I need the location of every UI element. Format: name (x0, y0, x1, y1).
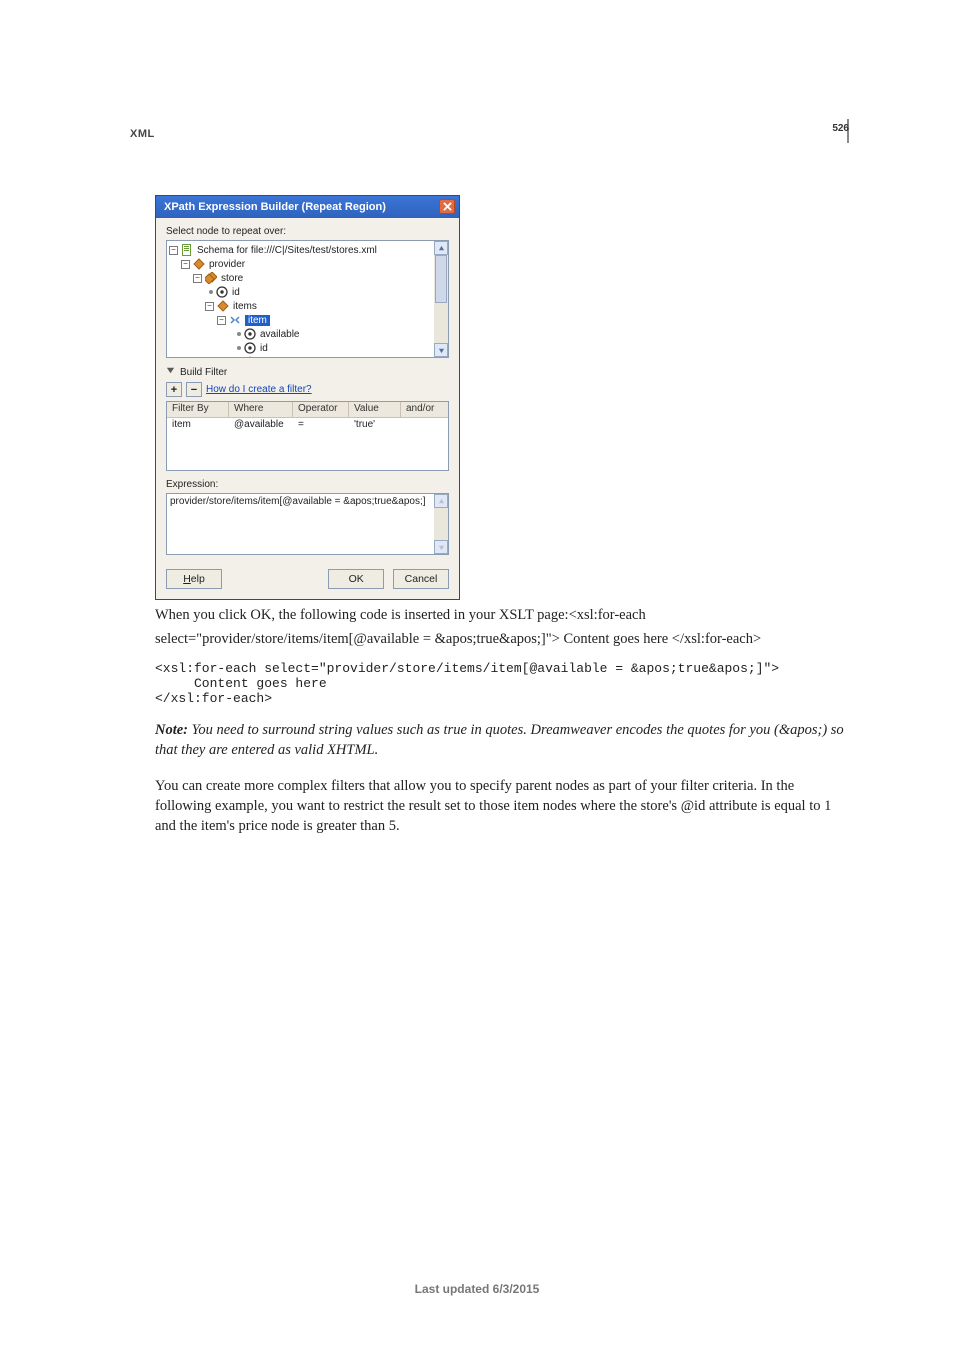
tree-available: available (260, 329, 299, 340)
remove-filter-button[interactable]: − (186, 382, 202, 397)
body-p1b: select="provider/store/items/item[@avail… (155, 630, 845, 650)
tree-store-id: id (232, 287, 240, 298)
code-block: <xsl:for-each select="provider/store/ite… (155, 661, 845, 706)
col-where: Where (229, 402, 293, 417)
dialog-title: XPath Expression Builder (Repeat Region) (164, 201, 386, 213)
body-p2: You can create more complex filters that… (155, 776, 845, 836)
filter-table-header: Filter By Where Operator Value and/or (167, 402, 448, 418)
page-number: 526 (824, 123, 849, 134)
cell-value: 'true' (349, 418, 401, 433)
expression-textbox[interactable]: provider/store/items/item[@available = &… (166, 493, 449, 555)
add-filter-button[interactable]: + (166, 382, 182, 397)
attribute-icon (244, 342, 256, 354)
col-filter-by: Filter By (167, 402, 229, 417)
page-icon (181, 244, 193, 256)
tree-item-selected[interactable]: item (245, 315, 270, 326)
help-button[interactable]: Help (166, 569, 222, 589)
how-create-filter-link[interactable]: How do I create a filter? (206, 384, 312, 395)
schema-tree[interactable]: −Schema for file:///C|/Sites/test/stores… (166, 240, 449, 358)
body-p1a: When you click OK, the following code is… (155, 606, 845, 626)
build-filter-header[interactable]: Build Filter (166, 366, 449, 378)
scroll-up-button[interactable] (434, 494, 448, 508)
diamond-multi-icon (205, 272, 217, 284)
note-paragraph: Note: You need to surround string values… (155, 720, 845, 760)
col-operator: Operator (293, 402, 349, 417)
diamond-icon (244, 356, 256, 357)
tree-root: Schema for file:///C|/Sites/test/stores.… (197, 245, 377, 256)
tag-icon (229, 314, 241, 326)
dialog-titlebar: XPath Expression Builder (Repeat Region) (156, 196, 459, 218)
diamond-icon (217, 300, 229, 312)
cancel-button[interactable]: Cancel (393, 569, 449, 589)
cell-filter-by: item (167, 418, 229, 433)
expression-label: Expression: (166, 479, 449, 490)
diamond-icon (193, 258, 205, 270)
section-header: XML (130, 128, 155, 140)
tree-name: name (260, 357, 285, 358)
filter-row[interactable]: item @available = 'true' (167, 418, 448, 433)
cell-operator: = (293, 418, 349, 433)
cell-where: @available (229, 418, 293, 433)
page-footer: Last updated 6/3/2015 (0, 1282, 954, 1296)
expression-value: provider/store/items/item[@available = &… (170, 496, 426, 507)
filter-table[interactable]: Filter By Where Operator Value and/or it… (166, 401, 449, 471)
attribute-icon (244, 328, 256, 340)
build-filter-label: Build Filter (180, 367, 227, 378)
tree-store: store (221, 273, 243, 284)
scroll-down-button[interactable] (434, 540, 448, 554)
close-icon (443, 202, 452, 211)
tree-scrollbar[interactable] (434, 241, 448, 357)
col-value: Value (349, 402, 401, 417)
ok-button[interactable]: OK (328, 569, 384, 589)
scroll-up-button[interactable] (434, 241, 448, 255)
tree-items: items (233, 301, 257, 312)
select-node-label: Select node to repeat over: (166, 226, 449, 237)
cell-andor (401, 418, 448, 433)
attribute-icon (216, 286, 228, 298)
xpath-dialog: XPath Expression Builder (Repeat Region)… (155, 195, 460, 600)
tree-item-id: id (260, 343, 268, 354)
close-button[interactable] (439, 199, 455, 214)
col-andor: and/or (401, 402, 448, 417)
scroll-down-button[interactable] (434, 343, 448, 357)
chevron-down-icon (166, 366, 175, 378)
tree-provider: provider (209, 259, 245, 270)
